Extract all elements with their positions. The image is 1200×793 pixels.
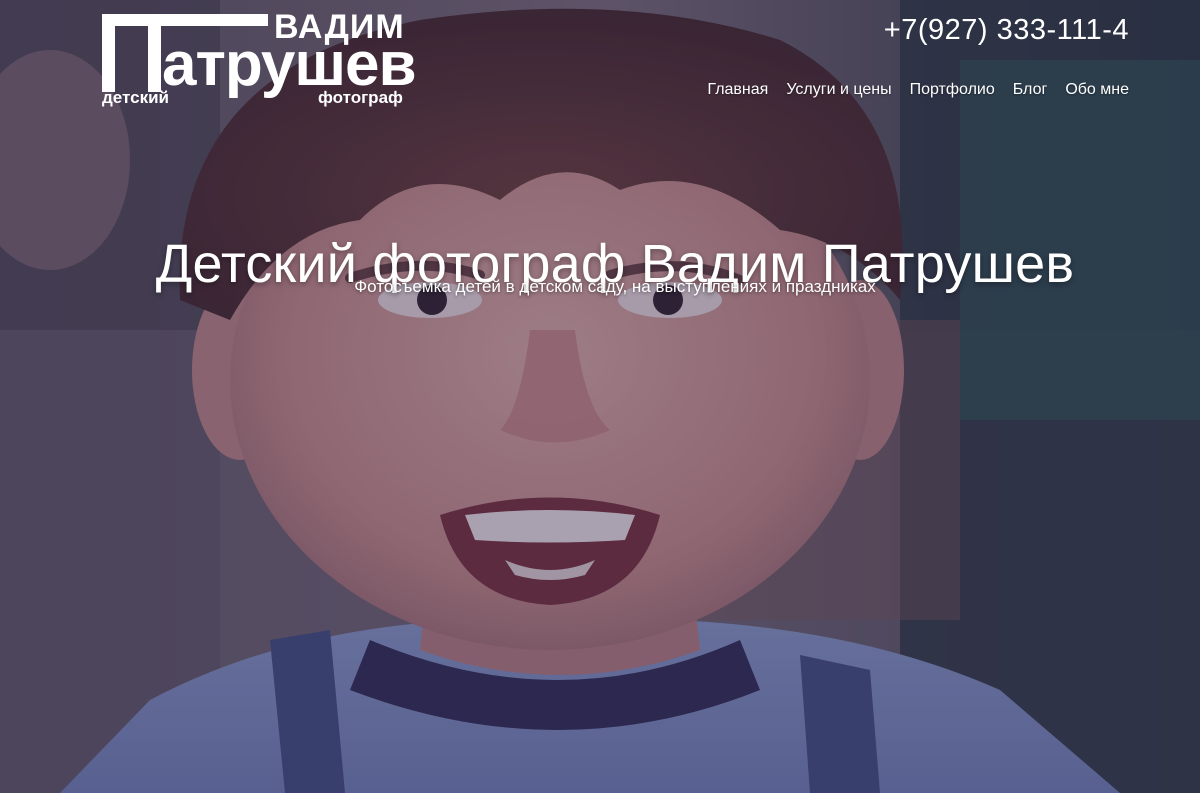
nav-item-services[interactable]: Услуги и цены bbox=[786, 80, 891, 100]
logo-subtitle-left: детский bbox=[102, 88, 169, 107]
main-nav: Главная Услуги и цены Портфолио Блог Обо… bbox=[707, 80, 1129, 100]
logo-p-right-stem bbox=[148, 14, 161, 92]
hero-subtitle: Фотосъемка детей в детском саду, на выст… bbox=[354, 277, 876, 296]
logo-last-name: атрушев bbox=[162, 30, 417, 99]
nav-item-about[interactable]: Обо мне bbox=[1065, 80, 1129, 100]
nav-item-blog[interactable]: Блог bbox=[1013, 80, 1048, 100]
nav-item-portfolio[interactable]: Портфолио bbox=[910, 80, 995, 100]
logo-top-bar bbox=[102, 14, 268, 26]
nav-item-home[interactable]: Главная bbox=[707, 80, 768, 100]
logo-subtitle-right: фотограф bbox=[318, 88, 403, 107]
hero-section: ВАДИМ атрушев детский фотограф +7(927) 3… bbox=[0, 0, 1200, 793]
logo-p-left-stem bbox=[102, 14, 115, 92]
hero-color-overlay bbox=[0, 0, 1200, 793]
site-logo[interactable]: ВАДИМ атрушев детский фотограф bbox=[100, 10, 430, 110]
header-phone-link[interactable]: +7(927) 333-111-4 bbox=[884, 13, 1129, 47]
